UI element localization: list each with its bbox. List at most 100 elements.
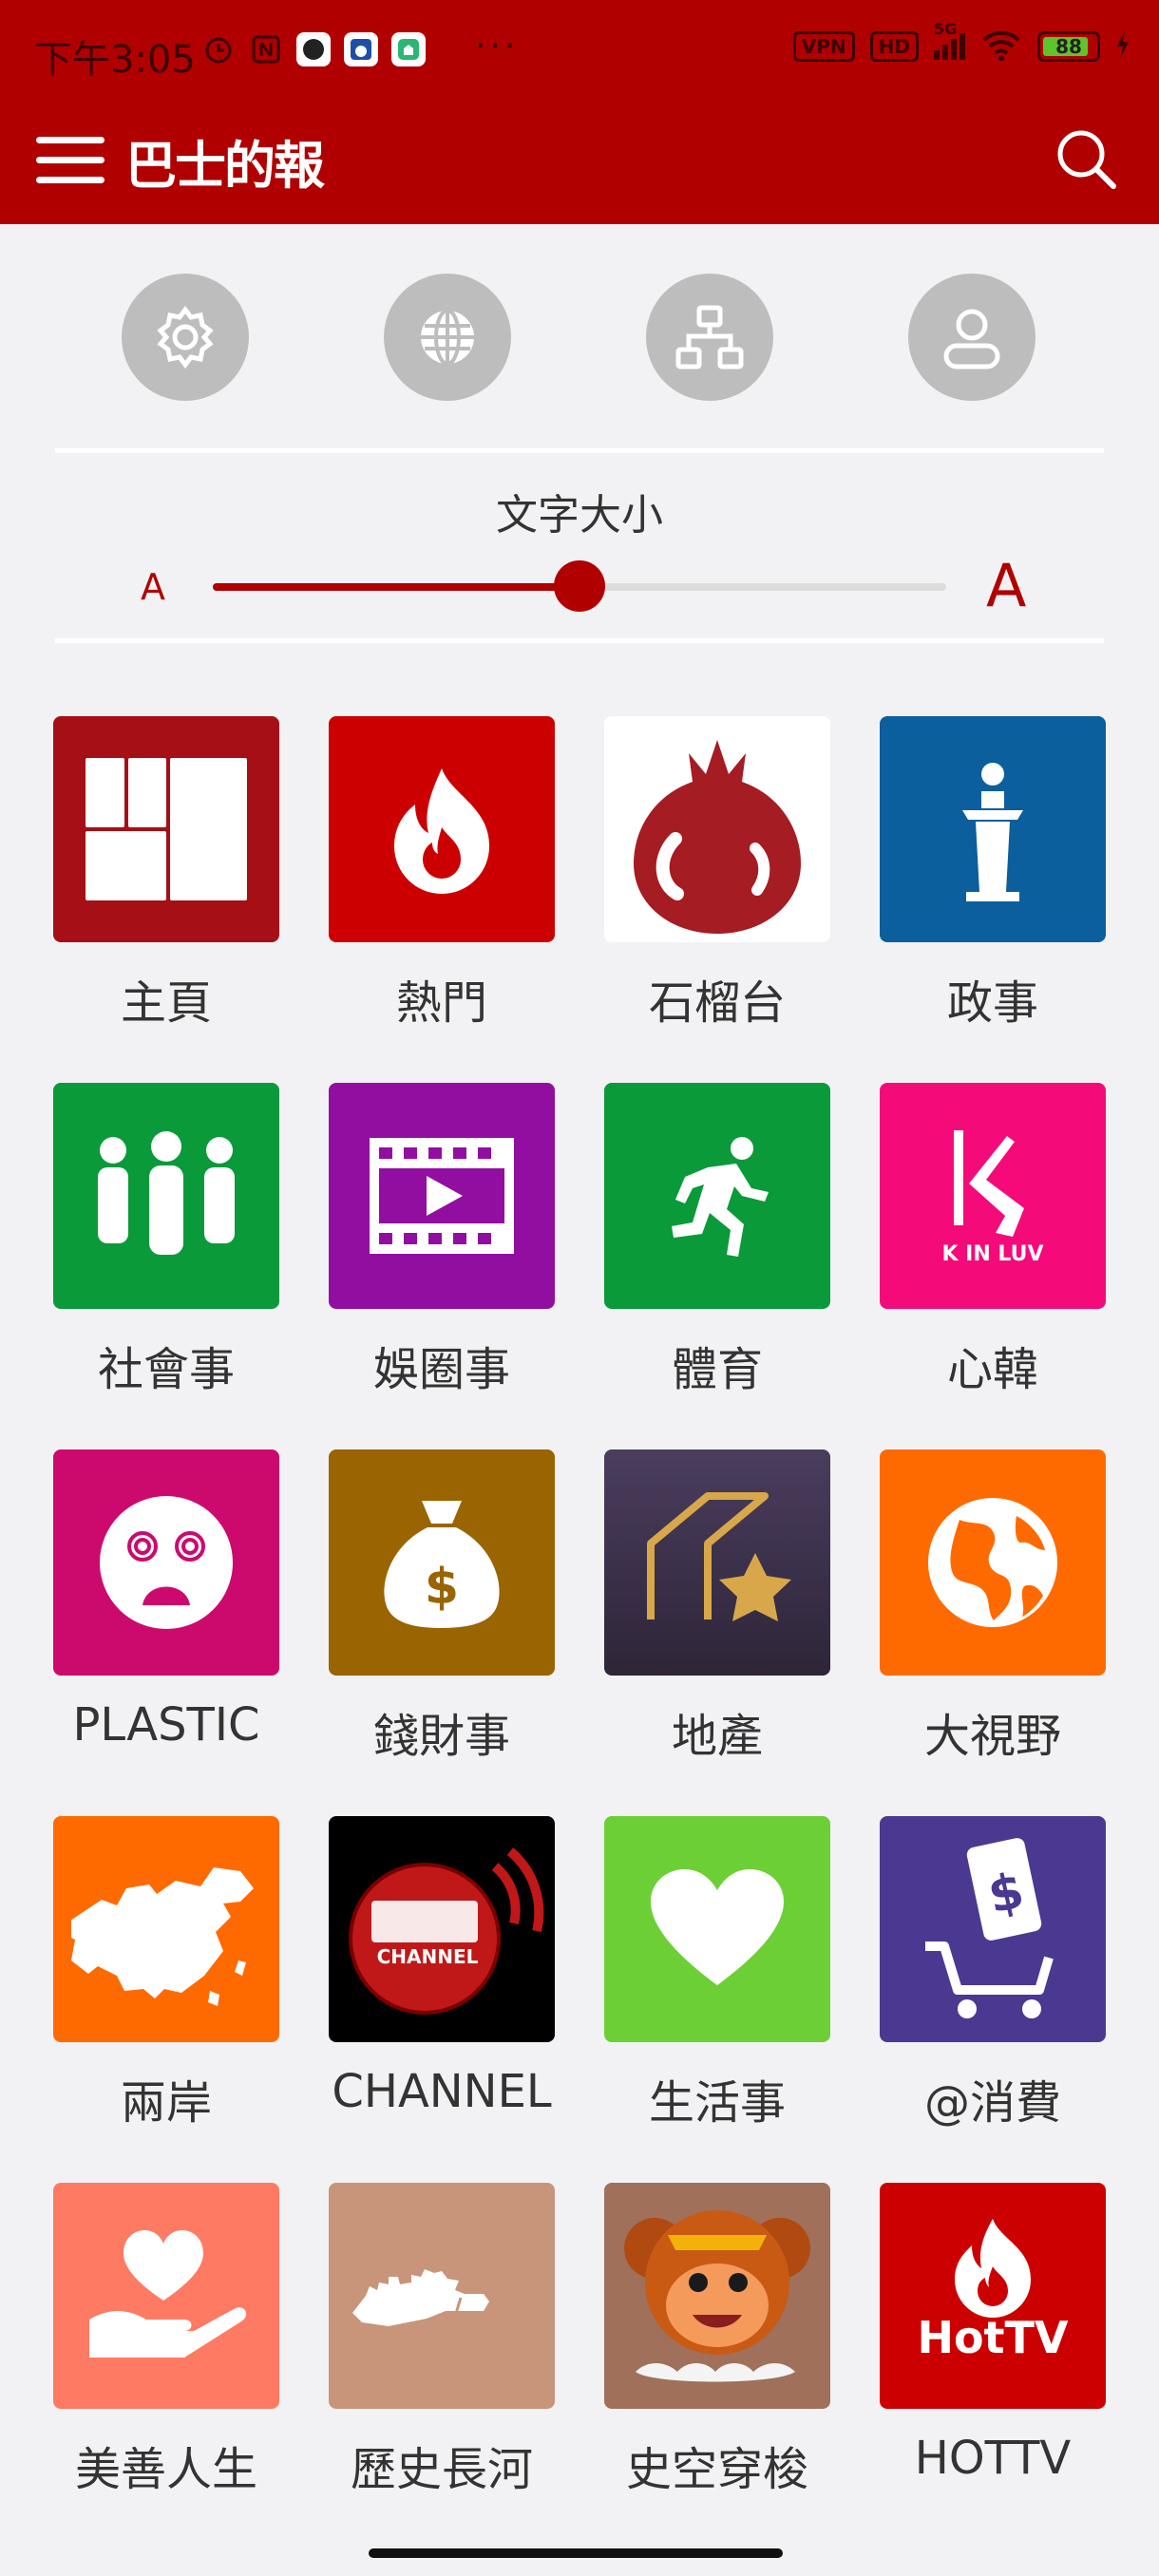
hottv-logo-text: HotTV <box>917 2312 1069 2363</box>
font-size-small-label: A <box>141 566 165 608</box>
category-label: 政事 <box>946 976 1038 1030</box>
category-finance[interactable]: $ 錢財事 <box>329 1449 555 1816</box>
wifi-icon <box>980 28 1022 65</box>
flame-icon <box>329 716 555 942</box>
category-label: 生活事 <box>648 2076 786 2130</box>
svg-text:$: $ <box>425 1559 459 1616</box>
signal-icon: 5G <box>934 20 965 60</box>
category-label: 美善人生 <box>74 2443 257 2496</box>
search-icon <box>1057 130 1116 189</box>
category-pomegranate[interactable]: 石榴台 <box>604 716 830 1083</box>
category-label: 史空穿梭 <box>625 2443 808 2496</box>
category-lifestyle[interactable]: 生活事 <box>604 1816 830 2183</box>
category-hot[interactable]: 熱門 <box>329 716 555 1083</box>
category-time-travel[interactable]: 史空穿梭 <box>604 2183 830 2549</box>
user-icon <box>943 309 1000 369</box>
sitemap-icon <box>675 305 744 369</box>
money-bag-icon: $ <box>329 1449 555 1676</box>
category-label: 錢財事 <box>372 1710 510 1763</box>
runner-icon <box>604 1083 830 1309</box>
china-map-icon <box>53 1816 279 2042</box>
category-label: 大視野 <box>923 1710 1061 1763</box>
shocked-face-icon <box>53 1449 279 1676</box>
category-politics[interactable]: 政事 <box>880 716 1106 1083</box>
bastille-logo-icon <box>53 716 279 942</box>
more-notifications-dots: ··· <box>475 27 520 66</box>
category-label: 主頁 <box>120 976 212 1030</box>
category-entertainment[interactable]: 娛圈事 <box>329 1083 555 1449</box>
divider-bottom <box>55 638 1104 643</box>
category-label: 體育 <box>671 1343 763 1396</box>
font-size-title: 文字大小 <box>496 491 663 540</box>
network-type-label: 5G <box>934 20 958 38</box>
mi-home-icon <box>391 32 426 66</box>
pomegranate-icon <box>604 716 830 942</box>
k-in-luv-text: K IN LUV <box>941 1241 1044 1266</box>
category-korea[interactable]: K IN LUV 心韓 <box>880 1083 1106 1449</box>
category-label: 娛圈事 <box>372 1343 510 1396</box>
world-globe-icon <box>880 1449 1106 1676</box>
category-label: 兩岸 <box>120 2076 212 2130</box>
category-grid: 主頁 熱門 石榴台 政事 社會事 娛圈事 體育 K IN LUV 心韓 PLAS… <box>53 716 1106 2549</box>
status-bar: 下午3:05 ··· VPN HD 5G 88 <box>0 0 1159 104</box>
font-size-large-label: A <box>986 551 1027 620</box>
category-world[interactable]: 大視野 <box>880 1449 1106 1816</box>
slider-thumb[interactable] <box>554 560 605 612</box>
great-wall-icon <box>329 2183 555 2409</box>
settings-button[interactable] <box>122 274 249 401</box>
quick-actions <box>0 274 1159 401</box>
category-label: 石榴台 <box>648 976 786 1030</box>
hottv-logo-icon: HotTV <box>880 2183 1106 2409</box>
category-home[interactable]: 主頁 <box>53 716 279 1083</box>
monkey-king-icon <box>604 2183 830 2409</box>
status-icons-left <box>201 32 426 66</box>
film-strip-icon <box>329 1083 555 1309</box>
podium-icon <box>880 716 1106 942</box>
category-label: 歷史長河 <box>350 2443 533 2496</box>
channel-logo-icon: CHANNEL <box>329 1816 555 2042</box>
house-star-icon <box>604 1449 830 1676</box>
cat-app-icon <box>344 32 378 66</box>
status-time: 下午3:05 <box>34 38 196 82</box>
category-sports[interactable]: 體育 <box>604 1083 830 1449</box>
category-society[interactable]: 社會事 <box>53 1083 279 1449</box>
divider-top <box>55 448 1104 453</box>
category-label: 心韓 <box>946 1343 1038 1396</box>
category-label: 地產 <box>671 1710 763 1763</box>
channel-logo-text: CHANNEL <box>376 1945 479 1968</box>
search-button[interactable] <box>1049 122 1125 198</box>
category-plastic[interactable]: PLASTIC <box>53 1449 279 1816</box>
category-label: 社會事 <box>97 1343 235 1396</box>
category-label: PLASTIC <box>72 1698 260 1752</box>
category-label: 熱門 <box>395 976 487 1030</box>
category-charity[interactable]: 美善人生 <box>53 2183 279 2549</box>
category-channel[interactable]: CHANNEL CHANNEL <box>329 1816 555 2183</box>
app-notification-icon <box>296 32 331 66</box>
shopping-cart-icon: $ <box>880 1816 1106 2042</box>
status-icons-right: VPN HD 5G 88 <box>792 20 1130 65</box>
sitemap-button[interactable] <box>646 274 773 401</box>
language-button[interactable] <box>384 274 511 401</box>
nfc-icon <box>249 32 283 66</box>
hd-badge: HD <box>869 31 919 62</box>
category-consumer[interactable]: $ @消費 <box>880 1816 1106 2183</box>
globe-icon <box>421 309 474 366</box>
k-in-luv-icon: K IN LUV <box>880 1083 1106 1309</box>
account-button[interactable] <box>908 274 1036 401</box>
charging-icon <box>1115 30 1130 63</box>
category-label: CHANNEL <box>332 2065 552 2118</box>
slider-fill <box>213 583 580 591</box>
heart-icon <box>604 1816 830 2042</box>
menu-button[interactable] <box>36 129 108 192</box>
gear-icon <box>157 305 214 369</box>
category-history[interactable]: 歷史長河 <box>329 2183 555 2549</box>
app-logo: 巴士的報 <box>125 136 325 196</box>
category-property[interactable]: 地產 <box>604 1449 830 1816</box>
font-size-slider[interactable] <box>213 560 946 612</box>
home-indicator[interactable] <box>369 2548 783 2558</box>
category-cross-strait[interactable]: 兩岸 <box>53 1816 279 2183</box>
category-label: HOTTV <box>914 2432 1072 2485</box>
category-hottv[interactable]: HotTV HOTTV <box>880 2183 1106 2549</box>
alarm-icon <box>201 32 236 66</box>
people-group-icon <box>53 1083 279 1309</box>
